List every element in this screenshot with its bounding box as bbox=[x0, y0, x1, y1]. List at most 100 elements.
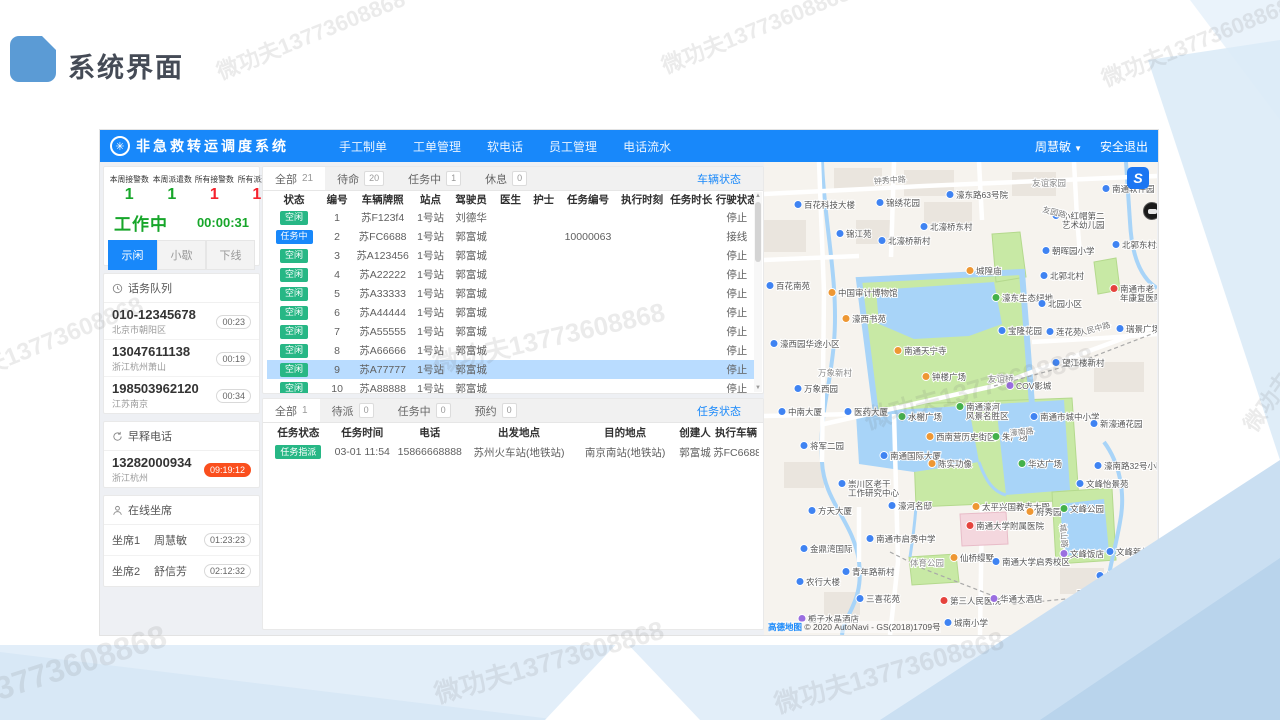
table-cell: 1号站 bbox=[412, 208, 449, 227]
stat-label: 所有接警数 bbox=[195, 173, 234, 184]
table-cell: 停止 bbox=[715, 208, 759, 227]
table-cell bbox=[528, 246, 560, 265]
stat-label: 本周派遣数 bbox=[152, 173, 191, 184]
stat: 所有接警数 1 bbox=[193, 173, 236, 204]
nav-menu-item[interactable]: 软电话 bbox=[487, 138, 523, 155]
table-cell bbox=[560, 379, 617, 394]
table-cell bbox=[616, 379, 668, 394]
status-badge: 空闲 bbox=[280, 249, 308, 263]
nav-menu-item[interactable]: 手工制单 bbox=[339, 138, 387, 155]
status-badge: 空闲 bbox=[280, 268, 308, 282]
table-cell: 苏A22222 bbox=[353, 265, 412, 284]
status-badge: 空闲 bbox=[280, 287, 308, 301]
table-cell: 苏A66666 bbox=[353, 341, 412, 360]
nav-menu-item[interactable]: 工单管理 bbox=[413, 138, 461, 155]
task-row[interactable]: 任务指派03-01 11:5415866668888苏州火车站(地铁站)南京南站… bbox=[267, 441, 759, 463]
vehicle-tab-任务中[interactable]: 任务中1 bbox=[396, 167, 473, 190]
call-number: 13047611138 bbox=[112, 344, 216, 359]
scrollbar-thumb[interactable] bbox=[755, 202, 761, 262]
watermark-text: 微功夫13773608868 bbox=[1235, 255, 1280, 438]
map-attribution: 高德地图 © 2020 AutoNavi - GS(2018)1709号 bbox=[768, 621, 941, 633]
vehicle-row[interactable]: 空闲4苏A222221号站郭富城停止 bbox=[267, 265, 759, 284]
svg-text:北郭北村: 北郭北村 bbox=[1050, 271, 1085, 281]
list-item[interactable]: 13047611138浙江杭州萧山00:19 bbox=[104, 340, 259, 377]
tab-label: 休息 bbox=[485, 171, 507, 187]
list-item[interactable]: 198503962120江苏南京00:34 bbox=[104, 377, 259, 413]
vehicle-row[interactable]: 空闲10苏A888881号站郭富城停止 bbox=[267, 379, 759, 394]
map-poi-label: 万象新村 bbox=[818, 368, 853, 378]
table-cell: 苏州火车站(地铁站) bbox=[465, 441, 574, 463]
online-agents-card: 在线坐席 坐席1周慧敏01:23:23坐席2舒信芳02:12:32 bbox=[103, 495, 260, 587]
vehicle-status-link[interactable]: 车辆状态 bbox=[697, 171, 741, 187]
task-tab-任务中[interactable]: 任务中0 bbox=[386, 399, 463, 422]
table-cell: 苏A44444 bbox=[353, 303, 412, 322]
vehicle-row[interactable]: 空闲6苏A444441号站郭富城停止 bbox=[267, 303, 759, 322]
vehicle-tab-待命[interactable]: 待命20 bbox=[325, 167, 396, 190]
vehicle-tab-休息[interactable]: 休息0 bbox=[473, 167, 539, 190]
svg-text:北濠桥新村: 北濠桥新村 bbox=[888, 236, 931, 246]
svg-text:瑞景广场: 瑞景广场 bbox=[1126, 324, 1157, 334]
tab-label: 待派 bbox=[332, 403, 354, 419]
svg-text:方天大厦: 方天大厦 bbox=[818, 506, 853, 516]
call-duration-badge: 00:23 bbox=[216, 315, 251, 329]
vehicle-table-scrollbar[interactable]: ▲ ▼ bbox=[754, 192, 762, 392]
tab-count: 21 bbox=[302, 173, 313, 184]
table-cell bbox=[668, 360, 715, 379]
call-region: 浙江杭州 bbox=[112, 471, 204, 484]
table-cell: 苏FC6688 bbox=[713, 441, 759, 463]
map-provider-logo: S bbox=[1127, 167, 1149, 189]
status-badge: 空闲 bbox=[280, 344, 308, 358]
task-tab-预约[interactable]: 预约0 bbox=[463, 399, 529, 422]
column-header: 任务编号 bbox=[560, 191, 617, 208]
table-cell bbox=[560, 265, 617, 284]
table-cell: 1 bbox=[321, 208, 353, 227]
status-badge: 空闲 bbox=[280, 382, 308, 395]
table-cell: 停止 bbox=[715, 341, 759, 360]
table-cell: 6 bbox=[321, 303, 353, 322]
table-cell bbox=[616, 265, 668, 284]
map-poi-label: 南通大学启秀校区 bbox=[992, 557, 1071, 567]
vehicle-tab-全部[interactable]: 全部21 bbox=[263, 167, 325, 190]
table-cell bbox=[493, 303, 527, 322]
table-cell: 停止 bbox=[715, 265, 759, 284]
svg-text:宝隆花园: 宝隆花园 bbox=[1008, 326, 1042, 336]
task-status-link[interactable]: 任务状态 bbox=[697, 403, 741, 419]
table-cell: 停止 bbox=[715, 379, 759, 394]
scroll-up-icon[interactable]: ▲ bbox=[754, 193, 762, 199]
vehicle-row[interactable]: 空闲3苏A1234561号站郭富城停止 bbox=[267, 246, 759, 265]
task-tab-全部[interactable]: 全部1 bbox=[263, 399, 320, 422]
list-item[interactable]: 13282000934浙江杭州09:19:12 bbox=[104, 451, 259, 487]
status-button-下线[interactable]: 下线 bbox=[206, 240, 255, 270]
user-menu[interactable]: 周慧敏▼ bbox=[1035, 138, 1082, 155]
table-cell: 停止 bbox=[715, 322, 759, 341]
svg-text:将军二园: 将军二园 bbox=[810, 441, 844, 451]
table-cell bbox=[560, 246, 617, 265]
agent-name: 舒信芳 bbox=[154, 563, 204, 579]
status-button-示闲[interactable]: 示闲 bbox=[108, 240, 157, 270]
vehicle-row[interactable]: 空闲5苏A333331号站郭富城停止 bbox=[267, 284, 759, 303]
nav-menu-item[interactable]: 电话流水 bbox=[623, 138, 671, 155]
task-tab-待派[interactable]: 待派0 bbox=[320, 399, 386, 422]
status-button-小歇[interactable]: 小歇 bbox=[157, 240, 206, 270]
stat-value: 1 bbox=[193, 186, 236, 204]
vehicle-map-marker[interactable] bbox=[1143, 202, 1157, 220]
vehicle-row[interactable]: 任务中2苏FC66881号站郭富城10000063接线 bbox=[267, 227, 759, 246]
scroll-down-icon[interactable]: ▼ bbox=[754, 385, 762, 391]
column-header: 状态 bbox=[267, 191, 321, 208]
svg-text:万象西园: 万象西园 bbox=[804, 384, 838, 394]
page-title: 系统界面 bbox=[68, 46, 184, 85]
nav-menu-item[interactable]: 员工管理 bbox=[549, 138, 597, 155]
table-cell bbox=[668, 265, 715, 284]
refresh-icon bbox=[112, 431, 123, 442]
svg-text:农行大楼: 农行大楼 bbox=[806, 577, 841, 587]
watermark-text: 微功夫13773608868 bbox=[769, 620, 1007, 720]
table-cell bbox=[616, 208, 668, 227]
table-cell: 9 bbox=[321, 360, 353, 379]
table-cell bbox=[528, 379, 560, 394]
table-cell: 03-01 11:54 bbox=[330, 441, 395, 463]
call-duration-badge: 09:19:12 bbox=[204, 463, 251, 477]
logout-button[interactable]: 安全退出 bbox=[1100, 138, 1148, 155]
column-header: 站点 bbox=[412, 191, 449, 208]
table-cell: 2 bbox=[321, 227, 353, 246]
vehicle-row[interactable]: 空闲1苏F123f41号站刘德华停止 bbox=[267, 208, 759, 227]
